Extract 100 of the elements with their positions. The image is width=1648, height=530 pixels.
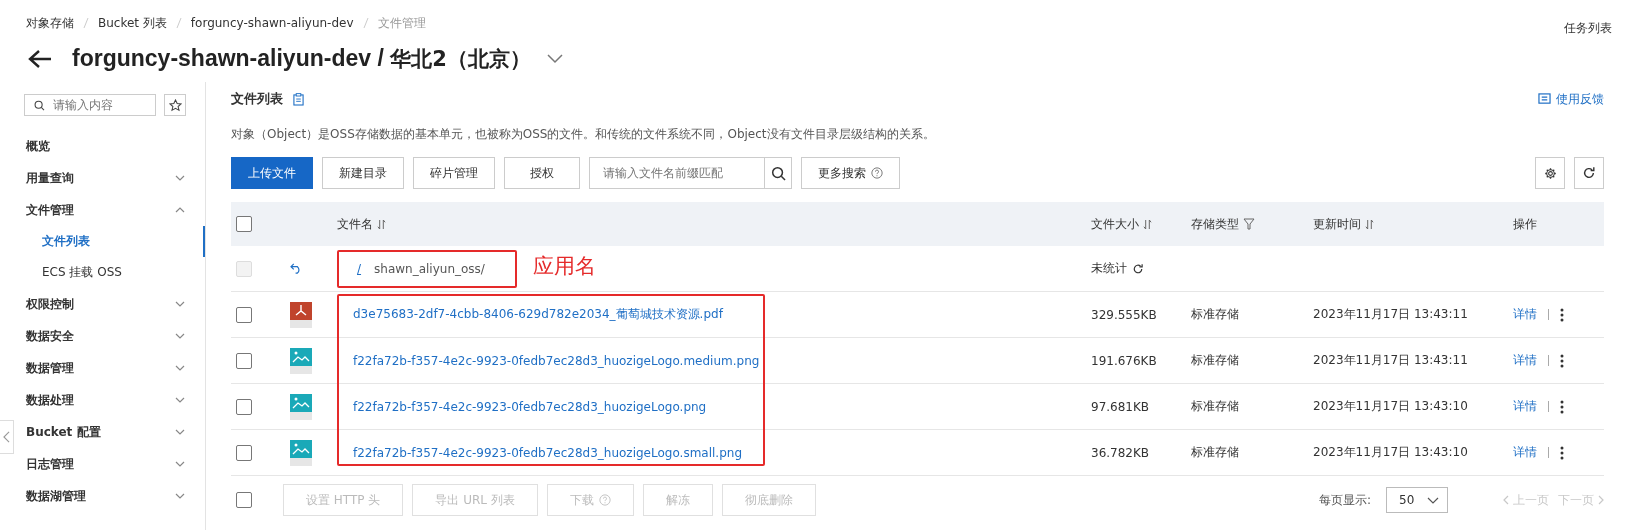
chevron-down-icon [175, 429, 185, 435]
annotation-label: 应用名 [533, 253, 596, 280]
table-cell: 329.555KB [1091, 307, 1157, 322]
table-cell: 标准存储 [1191, 352, 1239, 369]
toolbar-button[interactable]: 授权 [504, 157, 580, 189]
table-cell: 2023年11月17日 13:43:10 [1313, 444, 1468, 461]
more-icon[interactable] [1560, 445, 1564, 460]
settings-button[interactable] [1535, 157, 1565, 189]
sidebar-item[interactable]: 用量查询 [15, 162, 205, 194]
more-search-button[interactable]: 更多搜索 [801, 157, 900, 189]
breadcrumb-separator-icon [83, 17, 89, 29]
checkbox[interactable] [236, 306, 252, 323]
chevron-down-icon [175, 493, 185, 499]
details-link[interactable]: 详情 [1513, 352, 1537, 369]
table-cell: 2023年11月17日 13:43:11 [1313, 306, 1468, 323]
breadcrumb-link[interactable]: Bucket 列表 [98, 14, 167, 32]
sort-icon[interactable] [1365, 218, 1374, 230]
chevron-down-icon [175, 175, 185, 181]
file-name-link[interactable]: f22fa72b-f357-4e2c-9923-0fedb7ec28d3_huozigeLogo.png [353, 399, 707, 414]
sidebar-subitem[interactable]: ECS 挂载 OSS [15, 257, 205, 288]
table-cell: 191.676KB [1091, 353, 1157, 368]
table-cell: 2023年11月17日 13:43:10 [1313, 398, 1468, 415]
settings-icon [1543, 166, 1557, 180]
feedback-link[interactable]: 使用反馈 [1538, 90, 1604, 108]
refresh-icon [1582, 166, 1596, 180]
checkbox[interactable] [236, 398, 252, 415]
help-icon [598, 494, 611, 506]
more-icon[interactable] [1560, 353, 1564, 368]
chevron-up-icon [175, 207, 185, 213]
clipboard-icon[interactable] [293, 92, 304, 106]
star-icon [168, 98, 182, 112]
table-cell: 标准存储 [1191, 444, 1239, 461]
description-text: 对象（Object）是OSS存储数据的基本单元，也被称为OSS的文件。和传统的文件系统不同，Object没有文件目录层级结构的关系。 [231, 126, 936, 143]
sidebar-item[interactable]: 数据湖管理 [15, 480, 205, 512]
search-input[interactable]: 请输入内容 [50, 97, 155, 113]
filter-icon[interactable] [1243, 218, 1255, 230]
page-title: forguncy-shawn-aliyun-dev / 华北2（北京） [72, 45, 531, 73]
toolbar-button[interactable]: 碎片管理 [413, 157, 495, 189]
refresh-button[interactable] [1574, 157, 1604, 189]
chevron-down-icon [175, 461, 185, 467]
table-cell: 36.782KB [1091, 445, 1150, 460]
file-name-link[interactable]: f22fa72b-f357-4e2c-9923-0fedb7ec28d3_huozigeLogo.small.png [353, 445, 742, 460]
sidebar-item[interactable]: 数据安全 [15, 320, 205, 352]
breadcrumb-separator-icon [362, 17, 369, 29]
chevron-down-icon [175, 365, 185, 371]
sidebar-item[interactable]: 数据管理 [15, 352, 205, 384]
sidebar-item[interactable]: 文件管理 [15, 194, 205, 226]
back-arrow-icon[interactable] [28, 49, 52, 69]
table-cell: 标准存储 [1191, 398, 1239, 415]
search-icon [34, 98, 45, 112]
folder-path: shawn_aliyun_oss/ [374, 261, 485, 276]
file-name-link[interactable]: d3e75683-2df7-4cbb-8406-629d782e2034_葡萄城技术资源.pdf [353, 306, 723, 323]
column-header: 文件名 [337, 215, 373, 233]
sidebar-item[interactable]: 概览 [15, 130, 205, 162]
sidebar-subitem[interactable]: 文件列表 [15, 226, 205, 257]
sidebar-item[interactable]: 日志管理 [15, 448, 205, 480]
details-link[interactable]: 详情 [1513, 398, 1537, 415]
more-icon[interactable] [1560, 399, 1564, 414]
sort-icon[interactable] [1143, 218, 1152, 230]
feedback-icon [1538, 93, 1551, 105]
image-file-icon [290, 439, 312, 466]
column-header: 操作 [1513, 215, 1537, 233]
chevron-right-icon [1598, 495, 1604, 505]
file-search-field[interactable]: 请输入文件名前缀匹配 [589, 157, 792, 189]
breadcrumb-link[interactable]: forguncy-shawn-aliyun-dev [190, 16, 354, 30]
image-file-icon [290, 347, 312, 374]
checkbox[interactable] [236, 352, 252, 369]
chevron-down-icon[interactable] [546, 54, 563, 64]
details-link[interactable]: 详情 [1513, 306, 1537, 323]
refresh-icon[interactable] [1132, 262, 1144, 275]
checkbox[interactable] [236, 216, 252, 232]
favorite-button[interactable] [164, 94, 186, 116]
sort-icon[interactable] [377, 218, 386, 230]
sidebar-item[interactable]: Bucket 配置 [15, 416, 205, 448]
more-icon[interactable] [1560, 307, 1564, 322]
sidebar-item[interactable]: 数据处理 [15, 384, 205, 416]
table-cell: 标准存储 [1191, 306, 1239, 323]
chevron-down-icon [175, 333, 185, 339]
column-header: 文件大小 [1091, 215, 1139, 233]
help-icon [871, 167, 883, 179]
breadcrumb-link[interactable]: 对象存储 [26, 14, 74, 32]
table-cell: 2023年11月17日 13:43:11 [1313, 352, 1468, 369]
page-size-label: 每页显示: [1318, 491, 1371, 509]
sidebar-item[interactable]: 权限控制 [15, 288, 205, 320]
details-link[interactable]: 详情 [1513, 444, 1537, 461]
checkbox[interactable] [236, 444, 252, 461]
chevron-left-icon [1503, 495, 1509, 505]
file-search-input[interactable]: 请输入文件名前缀匹配 [601, 165, 765, 181]
pdf-file-icon [290, 301, 312, 328]
file-name-link[interactable]: f22fa72b-f357-4e2c-9923-0fedb7ec28d3_huozigeLogo.medium.png [353, 353, 760, 368]
primary-button[interactable]: 上传文件 [231, 157, 313, 189]
task-list-link[interactable]: 任务列表 [1564, 20, 1612, 32]
section-title: 文件列表 [231, 90, 283, 108]
chevron-down-icon [175, 397, 185, 403]
toolbar-button[interactable]: 新建目录 [322, 157, 404, 189]
column-header: 存储类型 [1191, 215, 1239, 233]
checkbox[interactable] [236, 492, 252, 508]
breadcrumb-separator-icon [175, 17, 182, 29]
search-field[interactable]: 请输入内容 [24, 94, 156, 116]
table-cell: 未统计 [1091, 260, 1127, 277]
